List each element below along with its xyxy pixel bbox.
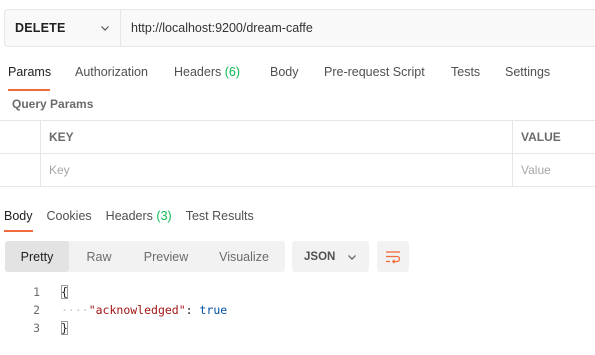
tab-pre-request-script[interactable]: Pre-request Script [307,63,435,91]
code-text: ····"acknowledged": true [61,303,227,317]
tab-label: Params [8,65,52,79]
tab-label: Tests [451,65,481,79]
view-raw-button[interactable]: Raw [69,241,129,272]
code-text: } [61,321,68,335]
url-text: http://localhost:9200/dream-caffe [131,21,313,35]
line-number: 2 [33,303,40,317]
response-body-code: 1 { 2 ····"acknowledged": true 3 } [0,283,595,337]
format-label: JSON [304,250,336,263]
headers-count-badge: (6) [224,65,241,79]
code-line: 2 ····"acknowledged": true [0,301,595,319]
view-pretty-button[interactable]: Pretty [5,241,69,272]
format-select[interactable]: JSON [292,241,369,272]
tab-authorization[interactable]: Authorization [58,63,158,91]
code-text: { [61,285,68,299]
tab-label: Cookies [46,209,92,223]
tab-label: Settings [505,65,551,79]
code-line: 1 { [0,283,595,301]
view-visualize-button[interactable]: Visualize [203,241,285,272]
tab-label: Pre-request Script [324,65,425,79]
request-bar: DELETE http://localhost:9200/dream-caffe [4,9,595,47]
wrap-lines-button[interactable] [377,241,409,272]
headers-count-badge: (3) [156,209,172,223]
tab-label: Authorization [75,65,148,79]
value-input[interactable]: Value [513,154,595,186]
tab-label: Body [4,209,33,223]
response-tab-body[interactable]: Body [0,208,37,232]
row-checkbox-cell [0,154,41,186]
code-line: 3 } [0,319,595,337]
request-tabs: Params Authorization Headers (6) Body Pr… [0,63,559,91]
json-colon: : [185,303,200,317]
key-column-header: KEY [41,121,513,153]
line-number: 3 [33,321,40,335]
tab-label: Headers [174,65,222,79]
response-tabs: Body Cookies Headers (3) Test Results [0,208,264,232]
wrap-lines-icon [386,250,401,264]
response-tab-test-results[interactable]: Test Results [182,208,258,232]
method-label: DELETE [15,21,66,35]
tab-tests[interactable]: Tests [435,63,489,91]
chevron-down-icon [348,254,356,260]
close-brace: } [61,321,68,335]
indent-dots: ···· [61,303,89,317]
params-table: KEY VALUE Key Value [0,120,595,187]
tab-settings[interactable]: Settings [489,63,559,91]
json-value: true [199,303,228,317]
tab-label: Body [270,65,299,79]
view-mode-group: Pretty Raw Preview Visualize [5,241,285,272]
view-preview-button[interactable]: Preview [129,241,203,272]
chevron-down-icon [101,26,109,31]
query-params-title: Query Params [12,97,94,111]
method-select[interactable]: DELETE [5,10,121,46]
json-key: "acknowledged" [88,303,186,317]
response-tab-cookies[interactable]: Cookies [43,208,96,232]
key-input[interactable]: Key [41,154,513,186]
params-header-row: KEY VALUE [0,121,595,154]
tab-headers[interactable]: Headers (6) [158,63,254,91]
tab-params[interactable]: Params [0,63,58,91]
tab-body[interactable]: Body [254,63,307,91]
value-column-header: VALUE [521,130,561,144]
tab-label: Test Results [185,209,254,223]
open-brace: { [61,285,68,299]
params-row: Key Value [0,154,595,187]
line-number: 1 [33,285,40,299]
checkbox-column-header [0,121,41,153]
url-input[interactable]: http://localhost:9200/dream-caffe [121,10,595,46]
response-tab-headers[interactable]: Headers (3) [102,208,176,232]
tab-label: Headers [105,209,153,223]
